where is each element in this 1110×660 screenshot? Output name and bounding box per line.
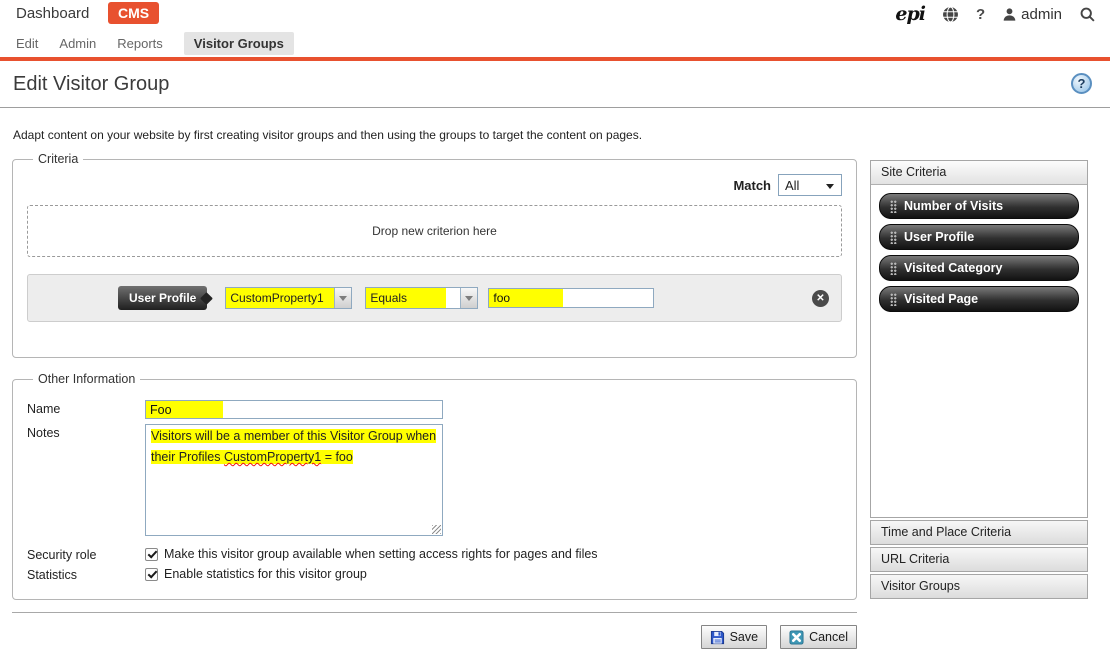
property-select-value: CustomProperty1 <box>226 288 334 308</box>
section-url-criteria[interactable]: URL Criteria <box>870 547 1088 572</box>
notes-misspelled-word: CustomProperty1 <box>224 450 321 464</box>
epi-logo: epi <box>895 3 925 25</box>
match-select-value: All <box>785 178 799 193</box>
chevron-down-icon <box>465 296 473 301</box>
checkmark-icon <box>148 568 158 578</box>
name-input[interactable] <box>145 400 443 419</box>
criterion-user-profile[interactable]: User Profile <box>879 224 1079 250</box>
user-icon <box>1002 7 1017 22</box>
save-button-label: Save <box>730 630 759 644</box>
cancel-x-icon <box>789 630 804 645</box>
save-button[interactable]: Save <box>701 625 768 649</box>
criterion-type-label: User Profile <box>129 291 196 305</box>
site-criteria-header[interactable]: Site Criteria <box>871 161 1087 185</box>
security-role-checkbox[interactable] <box>145 548 158 561</box>
dashboard-link[interactable]: Dashboard <box>16 5 89 22</box>
nav-item-reports[interactable]: Reports <box>117 36 163 51</box>
notes-row: Notes Visitors will be a member of this … <box>27 424 842 536</box>
drag-handle-icon <box>890 262 897 275</box>
criterion-type-badge[interactable]: User Profile <box>118 286 207 310</box>
criterion-dropzone[interactable]: Drop new criterion here <box>27 205 842 257</box>
property-select[interactable]: CustomProperty1 <box>225 287 352 309</box>
checkmark-icon <box>148 548 158 558</box>
chevron-down-icon <box>339 296 347 301</box>
notes-label: Notes <box>27 424 145 536</box>
match-select[interactable]: All <box>778 174 842 196</box>
statistics-row: Statistics Enable statistics for this vi… <box>27 566 842 582</box>
title-row: Edit Visitor Group ? <box>0 61 1110 108</box>
search-icon[interactable] <box>1079 6 1096 23</box>
other-information-fieldset: Other Information Name Notes Visitors wi… <box>12 372 857 600</box>
criteria-sidebar: Site Criteria Number of Visits User Prof… <box>870 160 1088 599</box>
section-visitor-groups[interactable]: Visitor Groups <box>870 574 1088 599</box>
user-name-label: admin <box>1021 6 1062 23</box>
criterion-visited-page[interactable]: Visited Page <box>879 286 1079 312</box>
notes-textarea[interactable]: Visitors will be a member of this Visito… <box>145 424 443 536</box>
footer-divider <box>12 612 857 613</box>
cancel-button-label: Cancel <box>809 630 848 644</box>
save-floppy-icon <box>710 630 725 645</box>
security-role-row: Security role Make this visitor group av… <box>27 546 842 562</box>
user-menu[interactable]: admin <box>1002 6 1062 23</box>
nav-item-admin[interactable]: Admin <box>59 36 96 51</box>
nav-item-edit[interactable]: Edit <box>16 36 38 51</box>
top-icon-group: epi ? admin <box>895 3 1096 25</box>
criterion-visited-category[interactable]: Visited Category <box>879 255 1079 281</box>
match-row: Match All <box>27 173 842 197</box>
site-criteria-panel: Site Criteria Number of Visits User Prof… <box>870 160 1088 518</box>
notes-text-line2-post: = foo <box>321 450 353 464</box>
criterion-value-input[interactable] <box>488 288 654 308</box>
top-bar: Dashboard CMS epi ? admin <box>0 0 1110 28</box>
badge-arrow-icon <box>200 292 213 305</box>
criterion-label: Number of Visits <box>904 199 1003 213</box>
nav-item-visitor-groups[interactable]: Visitor Groups <box>184 32 294 55</box>
operator-select-value: Equals <box>366 288 460 308</box>
main-nav: Edit Admin Reports Visitor Groups <box>16 33 294 54</box>
criterion-label: User Profile <box>904 230 974 244</box>
page-title: Edit Visitor Group <box>13 73 169 96</box>
operator-select-arrow[interactable] <box>460 288 477 308</box>
name-label: Name <box>27 400 145 419</box>
match-label: Match <box>733 178 771 193</box>
criteria-legend: Criteria <box>33 152 83 166</box>
action-row: Save Cancel <box>12 625 857 649</box>
site-criteria-body: Number of Visits User Profile Visited Ca… <box>871 185 1087 325</box>
other-information-legend: Other Information <box>33 372 140 386</box>
criteria-fieldset: Criteria Match All Drop new criterion he… <box>12 152 857 358</box>
textarea-resize-handle[interactable] <box>432 525 441 534</box>
property-select-arrow[interactable] <box>334 288 351 308</box>
dropzone-text: Drop new criterion here <box>372 224 497 238</box>
operator-select[interactable]: Equals <box>365 287 478 309</box>
edit-visitor-group-page: Dashboard CMS epi ? admin Edit Admin Rep… <box>0 0 1110 660</box>
cancel-button[interactable]: Cancel <box>780 625 857 649</box>
drag-handle-icon <box>890 200 897 213</box>
page-description: Adapt content on your website by first c… <box>13 128 642 142</box>
globe-icon[interactable] <box>942 6 959 23</box>
criterion-row: User Profile CustomProperty1 Equals ✕ <box>27 274 842 322</box>
cms-button[interactable]: CMS <box>108 2 159 24</box>
help-icon[interactable]: ? <box>976 6 985 23</box>
drag-handle-icon <box>890 231 897 244</box>
security-role-label: Security role <box>27 546 145 562</box>
chevron-down-icon <box>826 184 834 189</box>
statistics-text: Enable statistics for this visitor group <box>164 567 367 581</box>
criterion-label: Visited Page <box>904 292 978 306</box>
notes-text-line1: Visitors will be a member of this Visito… <box>151 429 436 443</box>
statistics-label: Statistics <box>27 566 145 582</box>
statistics-checkbox[interactable] <box>145 568 158 581</box>
notes-text-line2-pre: their Profiles <box>151 450 224 464</box>
security-role-text: Make this visitor group available when s… <box>164 547 598 561</box>
section-time-and-place-criteria[interactable]: Time and Place Criteria <box>870 520 1088 545</box>
remove-criterion-icon[interactable]: ✕ <box>812 290 829 307</box>
name-row: Name <box>27 400 842 419</box>
criterion-label: Visited Category <box>904 261 1002 275</box>
page-help-icon[interactable]: ? <box>1071 73 1092 94</box>
criterion-number-of-visits[interactable]: Number of Visits <box>879 193 1079 219</box>
drag-handle-icon <box>890 293 897 306</box>
